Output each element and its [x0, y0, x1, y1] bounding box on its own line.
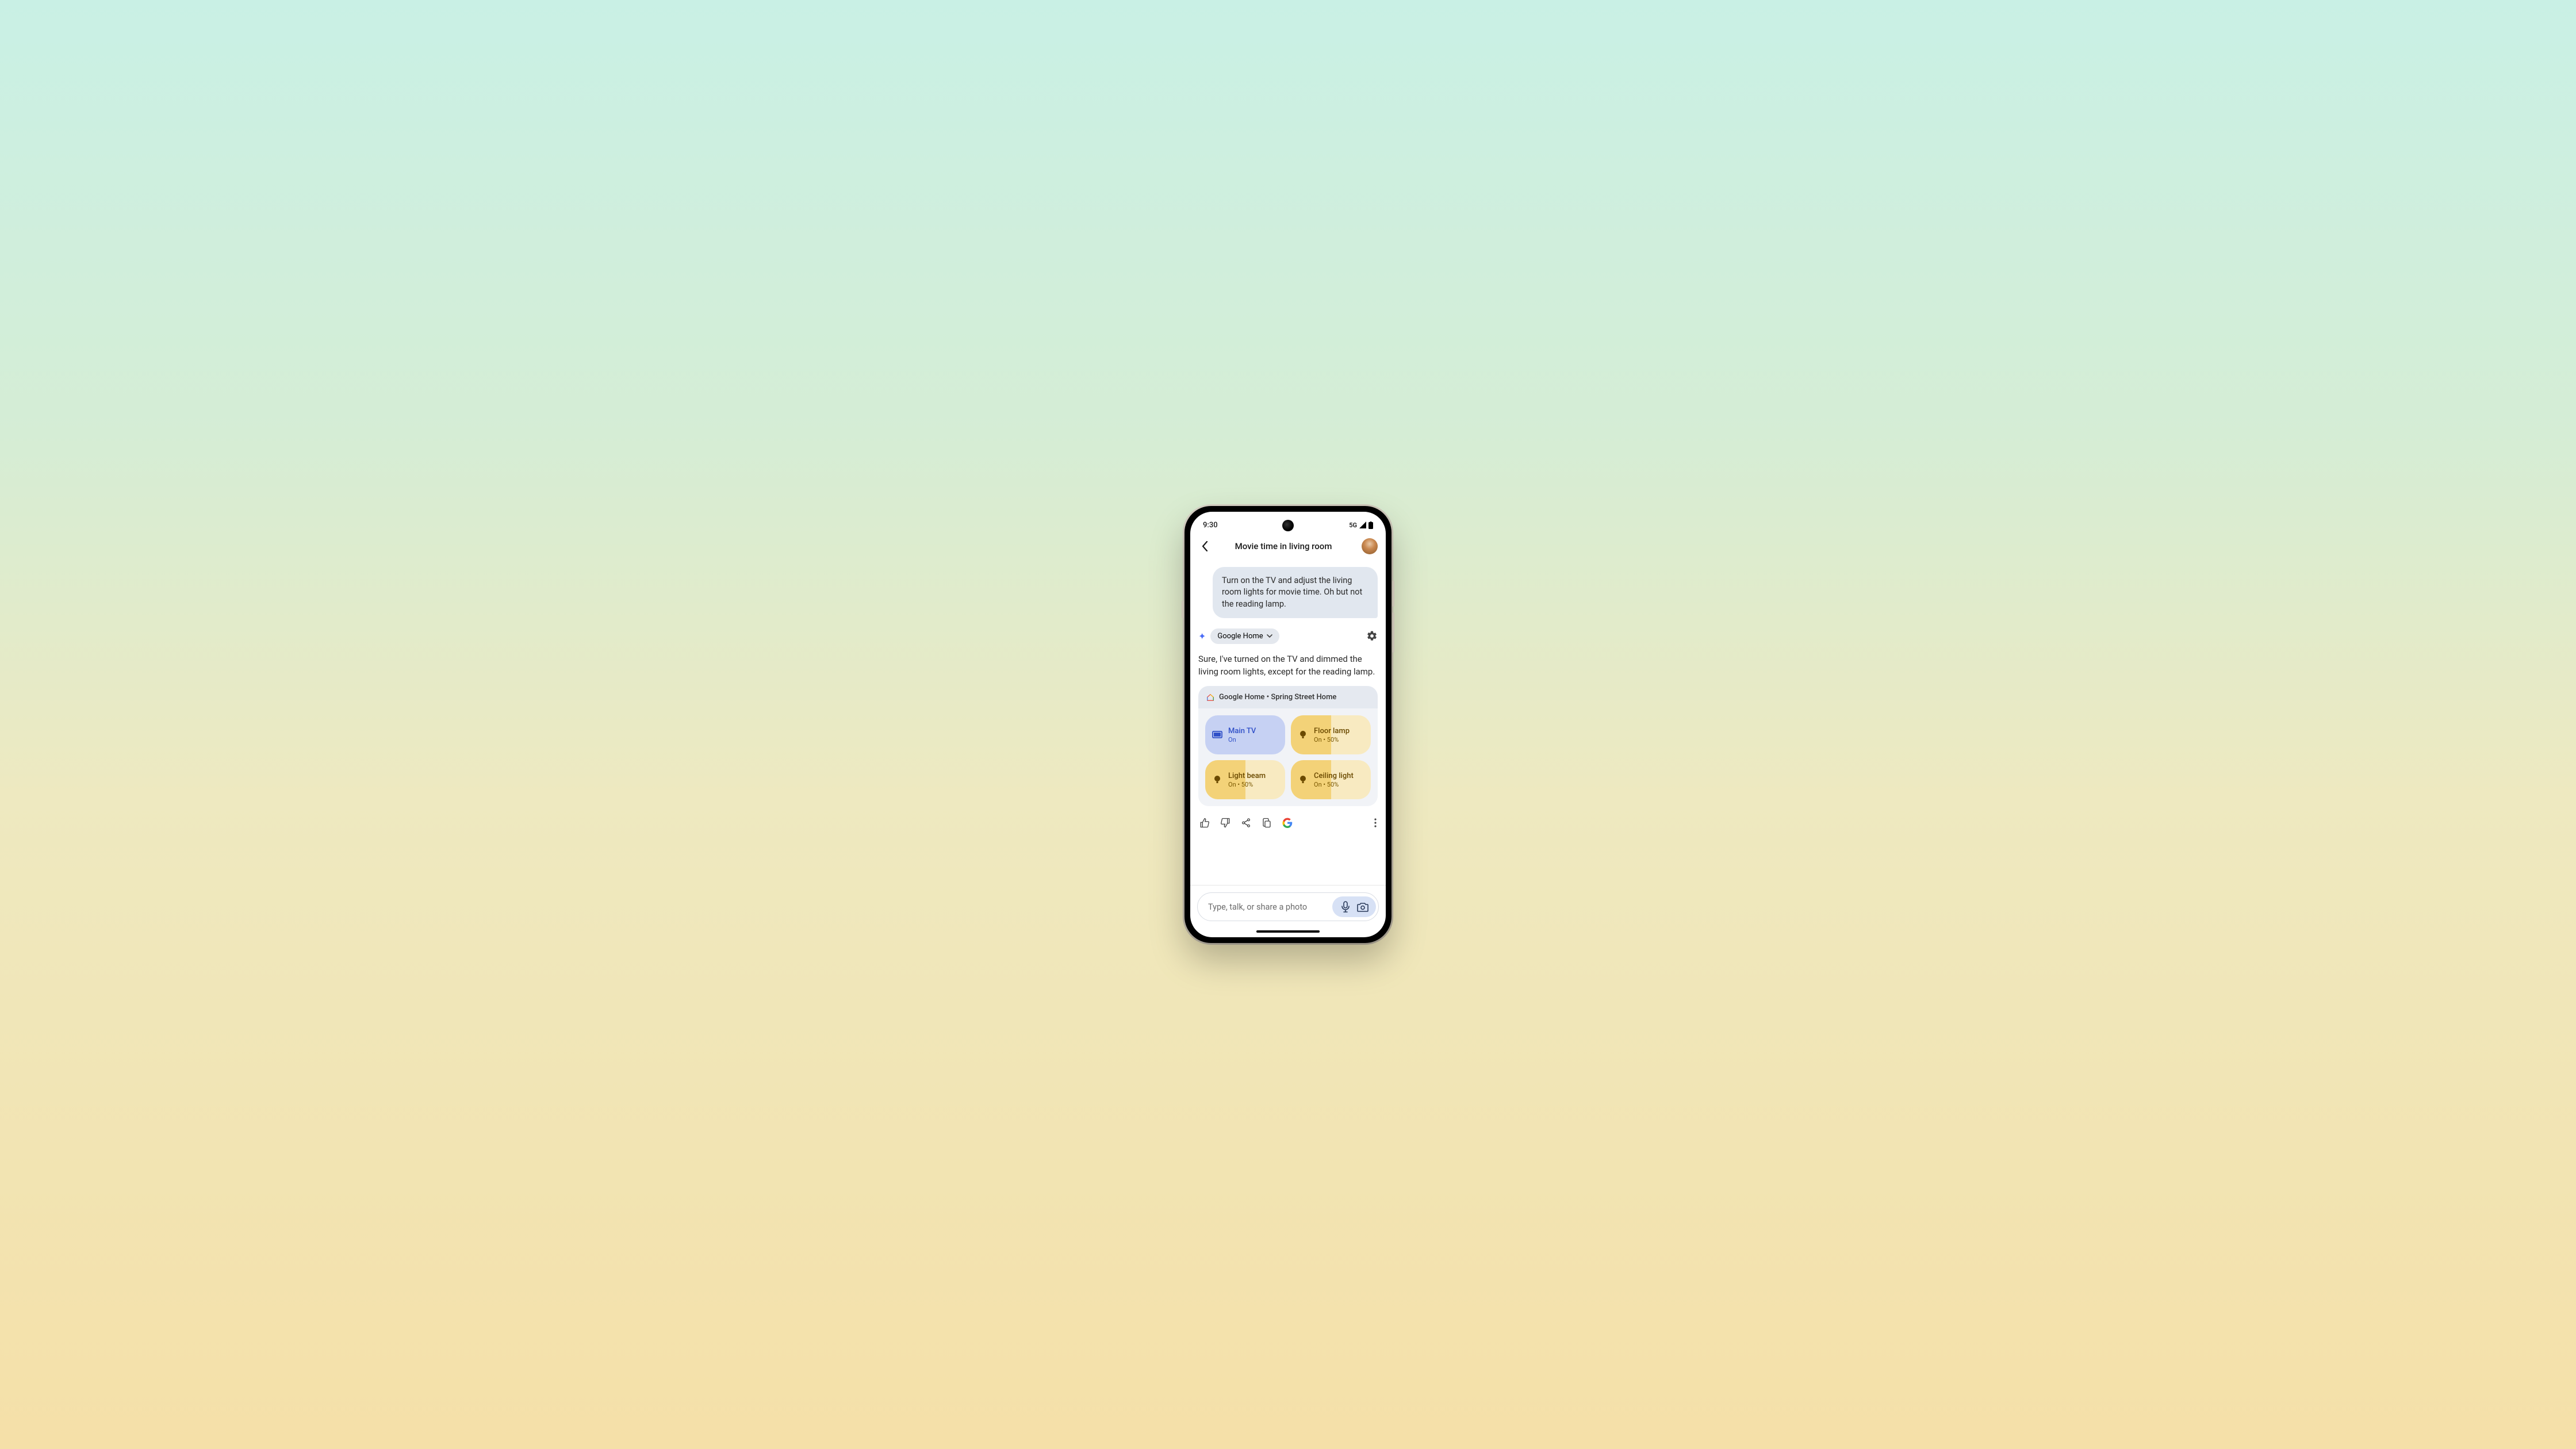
thumbs-down-icon	[1220, 818, 1230, 828]
device-tile-floor-lamp[interactable]: Floor lamp On • 50%	[1291, 715, 1371, 754]
more-button[interactable]	[1374, 818, 1377, 827]
screen: 9:30 5G Movie time in living room Turn o…	[1190, 512, 1386, 937]
bulb-icon	[1214, 775, 1221, 784]
google-home-icon	[1206, 693, 1214, 702]
device-tile-light-beam[interactable]: Light beam On • 50%	[1205, 760, 1285, 799]
device-name: Floor lamp	[1314, 727, 1350, 735]
google-g-icon	[1282, 818, 1293, 828]
device-grid: Main TV On Floor lamp On • 50%	[1198, 708, 1378, 806]
bulb-icon	[1300, 775, 1306, 784]
sparkle-icon: ✦	[1198, 631, 1206, 642]
microphone-button[interactable]	[1338, 901, 1353, 913]
device-state: On	[1228, 736, 1256, 743]
gear-icon	[1366, 630, 1378, 642]
device-name: Light beam	[1228, 772, 1266, 780]
thumbs-up-icon	[1199, 818, 1210, 828]
bulb-icon	[1300, 730, 1306, 739]
microphone-icon	[1341, 901, 1350, 913]
profile-avatar[interactable]	[1362, 538, 1378, 554]
thumbs-up-button[interactable]	[1199, 818, 1210, 828]
status-time: 9:30	[1203, 521, 1218, 530]
home-card-header: Google Home • Spring Street Home	[1198, 686, 1378, 708]
more-vertical-icon	[1374, 818, 1377, 827]
battery-icon	[1368, 522, 1373, 529]
phone-frame: 9:30 5G Movie time in living room Turn o…	[1184, 506, 1392, 943]
home-card: Google Home • Spring Street Home Main TV…	[1198, 686, 1378, 806]
action-row	[1198, 814, 1378, 830]
input-placeholder: Type, talk, or share a photo	[1208, 902, 1332, 912]
page-title: Movie time in living room	[1211, 541, 1356, 551]
device-tile-main-tv[interactable]: Main TV On	[1205, 715, 1285, 754]
tv-icon	[1212, 731, 1222, 739]
header: Movie time in living room	[1190, 535, 1386, 560]
share-icon	[1241, 818, 1251, 828]
device-name: Ceiling light	[1314, 772, 1354, 780]
copy-icon	[1262, 818, 1272, 828]
chevron-down-icon	[1267, 634, 1272, 638]
home-card-title: Google Home • Spring Street Home	[1219, 693, 1336, 702]
settings-button[interactable]	[1366, 630, 1378, 642]
assistant-reply: Sure, I've turned on the TV and dimmed t…	[1198, 653, 1378, 678]
share-button[interactable]	[1241, 818, 1251, 828]
copy-button[interactable]	[1262, 818, 1272, 828]
source-chip-label: Google Home	[1217, 632, 1263, 641]
camera-button[interactable]	[1355, 901, 1370, 913]
google-search-button[interactable]	[1282, 818, 1293, 828]
front-camera	[1282, 520, 1294, 531]
back-button[interactable]	[1198, 541, 1211, 551]
input-area: Type, talk, or share a photo	[1190, 885, 1386, 928]
signal-icon	[1359, 522, 1367, 528]
user-message-bubble: Turn on the TV and adjust the living roo…	[1213, 567, 1378, 618]
input-action-group	[1332, 896, 1376, 917]
thumbs-down-button[interactable]	[1220, 818, 1230, 828]
chevron-left-icon	[1202, 541, 1208, 551]
status-network: 5G	[1349, 522, 1357, 529]
device-state: On • 50%	[1228, 781, 1266, 788]
source-row: ✦ Google Home	[1198, 628, 1378, 644]
source-chip[interactable]: Google Home	[1210, 628, 1279, 644]
chat-content: Turn on the TV and adjust the living roo…	[1190, 560, 1386, 885]
device-name: Main TV	[1228, 727, 1256, 735]
message-input[interactable]: Type, talk, or share a photo	[1197, 892, 1379, 921]
device-state: On • 50%	[1314, 781, 1354, 788]
device-tile-ceiling-light[interactable]: Ceiling light On • 50%	[1291, 760, 1371, 799]
camera-icon	[1357, 902, 1368, 912]
device-state: On • 50%	[1314, 736, 1350, 743]
home-indicator[interactable]	[1256, 930, 1320, 933]
